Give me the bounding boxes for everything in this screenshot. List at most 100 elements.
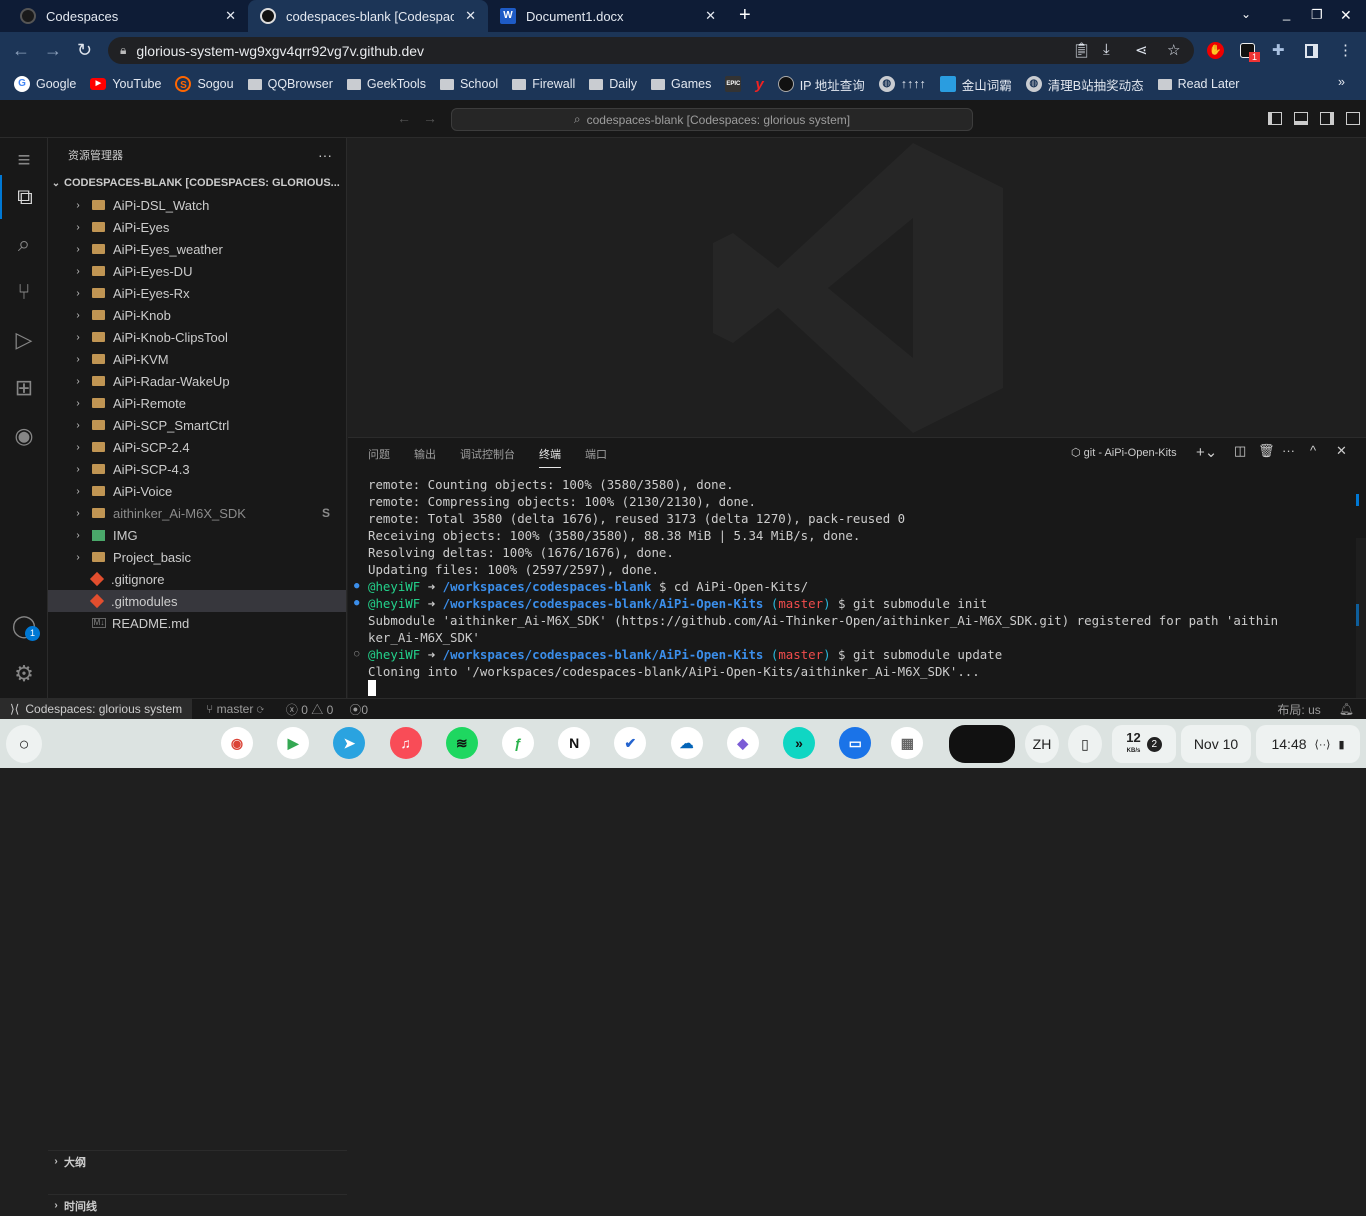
- bookmark-folder[interactable]: Games: [651, 77, 711, 91]
- browser-tab[interactable]: W Document1.docx ✕: [488, 0, 728, 32]
- shelf-app-chrome-icon[interactable]: ◉: [221, 727, 253, 759]
- launcher-button[interactable]: ○: [6, 725, 42, 763]
- tree-item[interactable]: › AiPi-Knob: [48, 304, 346, 326]
- side-panel-icon[interactable]: [1305, 44, 1318, 58]
- bookmark-iciba[interactable]: 金山词霸: [939, 75, 1012, 94]
- split-terminal-icon[interactable]: ◫: [1234, 443, 1246, 459]
- customize-layout-icon[interactable]: [1346, 112, 1360, 125]
- trash-icon[interactable]: 🗑︎: [1258, 443, 1275, 459]
- install-app-icon[interactable]: ⤓: [1103, 41, 1110, 58]
- close-tab-icon[interactable]: ✕: [225, 8, 236, 24]
- keyboard-layout[interactable]: 布局: us: [1277, 701, 1320, 718]
- close-tab-icon[interactable]: ✕: [465, 8, 476, 24]
- bookmark-ip[interactable]: IP 地址查询: [777, 75, 865, 94]
- reload-icon[interactable]: ↻: [77, 40, 92, 61]
- more-bookmarks-button[interactable]: »: [1338, 75, 1345, 89]
- tab-terminal[interactable]: 终端: [539, 446, 561, 468]
- bookmark-arrows[interactable]: ◍ ↑↑↑↑: [878, 76, 926, 92]
- system-tray[interactable]: 14:48 ⟨··⟩ ▮: [1256, 725, 1360, 763]
- date[interactable]: Nov 10: [1181, 725, 1251, 763]
- shelf-app-feedly-icon[interactable]: ƒ: [502, 727, 534, 759]
- bookmark-folder[interactable]: Daily: [589, 77, 637, 91]
- maximize-panel-icon[interactable]: ^: [1310, 443, 1316, 458]
- timeline-section[interactable]: › 时间线: [48, 1194, 347, 1216]
- share-icon[interactable]: ⋖: [1135, 41, 1148, 59]
- tab-debug-console[interactable]: 调试控制台: [460, 446, 515, 462]
- more-actions-icon[interactable]: ···: [318, 147, 332, 163]
- phone-hub-icon[interactable]: ▯: [1068, 725, 1102, 763]
- bookmark-folder[interactable]: QQBrowser: [247, 77, 333, 91]
- bookmark-youtube[interactable]: ▶ YouTube: [90, 77, 161, 91]
- ports-indicator[interactable]: ⦿0: [349, 701, 368, 718]
- tree-item[interactable]: › Project_basic: [48, 546, 346, 568]
- bookmark-star-icon[interactable]: ☆: [1167, 41, 1180, 59]
- network-speed[interactable]: 12 KB/s 2: [1112, 725, 1176, 763]
- tree-item[interactable]: › AiPi-Remote: [48, 392, 346, 414]
- clipboard-icon[interactable]: 📋︎: [1072, 41, 1091, 59]
- shelf-app-notion-icon[interactable]: N: [558, 727, 591, 759]
- tree-item[interactable]: › aithinker_Ai-M6X_SDK S: [48, 502, 346, 524]
- tab-ports[interactable]: 端口: [585, 446, 607, 462]
- forward-icon[interactable]: →: [423, 110, 437, 126]
- shelf-app-apple-music-icon[interactable]: ♫: [389, 727, 422, 759]
- more-actions-icon[interactable]: ···: [1282, 443, 1295, 458]
- tree-item[interactable]: › AiPi-SCP-2.4: [48, 436, 346, 458]
- bookmark-bilibili[interactable]: ◍ 清理B站抽奖动态: [1025, 75, 1144, 94]
- tree-item[interactable]: › AiPi-SCP-4.3: [48, 458, 346, 480]
- menu-icon[interactable]: ⋮: [1338, 41, 1353, 59]
- command-center[interactable]: ⌕ codespaces-blank [Codespaces: glorious …: [451, 108, 973, 131]
- back-icon[interactable]: ←: [397, 110, 411, 126]
- tree-item[interactable]: › AiPi-SCP_SmartCtrl: [48, 414, 346, 436]
- shelf-app-linktree-icon[interactable]: »: [783, 727, 815, 759]
- account-icon[interactable]: ◯: [0, 604, 48, 648]
- tab-search-icon[interactable]: ⌄: [1241, 7, 1251, 21]
- shelf-app-spotify-icon[interactable]: ≋: [445, 727, 478, 759]
- workspace-root[interactable]: ⌄ CODESPACES-BLANK [CODESPACES: GLORIOUS.…: [48, 172, 346, 194]
- bookmark-folder[interactable]: GeekTools: [346, 77, 426, 91]
- terminal-output[interactable]: remote: Counting objects: 100% (3580/358…: [354, 476, 1278, 700]
- tree-item[interactable]: › AiPi-Eyes: [48, 216, 346, 238]
- ime-indicator[interactable]: ZH: [1025, 725, 1059, 763]
- browser-tab[interactable]: Codespaces ✕: [8, 0, 248, 32]
- tree-item[interactable]: › AiPi-Knob-ClipsTool: [48, 326, 346, 348]
- problems-indicator[interactable]: ⓧ 0 △ 0: [286, 701, 333, 718]
- tree-item[interactable]: .gitmodules: [48, 590, 346, 612]
- search-icon[interactable]: ⌕: [0, 222, 48, 266]
- bookmark-folder[interactable]: School: [439, 77, 498, 91]
- run-debug-icon[interactable]: ▷: [0, 318, 48, 362]
- terminal-selector[interactable]: ⬡ git - AiPi-Open-Kits: [1071, 446, 1177, 459]
- tree-item[interactable]: › IMG: [48, 524, 346, 546]
- new-tab-button[interactable]: +: [739, 4, 751, 27]
- shelf-app-files-icon[interactable]: ▭: [839, 727, 872, 759]
- notifications-bell-icon[interactable]: 🔔︎: [1339, 702, 1354, 716]
- bookmark-sogou[interactable]: S Sogou: [175, 76, 234, 92]
- settings-gear-icon[interactable]: ⚙: [0, 652, 48, 696]
- extensions-icon[interactable]: ⊞: [0, 366, 48, 410]
- restore-icon[interactable]: ❐: [1311, 7, 1323, 23]
- toggle-panel-icon[interactable]: [1294, 112, 1308, 125]
- back-icon[interactable]: ←: [12, 40, 30, 61]
- remote-indicator[interactable]: ⟩⟨ Codespaces: glorious system: [0, 699, 193, 719]
- tree-item[interactable]: › AiPi-Voice: [48, 480, 346, 502]
- source-control-icon[interactable]: ⑂: [0, 270, 48, 314]
- bookmark-epic[interactable]: EPIC: [725, 76, 742, 92]
- tree-item[interactable]: › AiPi-KVM: [48, 348, 346, 370]
- new-terminal-icon[interactable]: +⌄: [1196, 443, 1217, 461]
- tab-output[interactable]: 输出: [414, 446, 436, 462]
- adblock-icon[interactable]: ✋: [1207, 42, 1224, 59]
- toggle-sidebar-icon[interactable]: [1268, 112, 1282, 125]
- shelf-app-onedrive-icon[interactable]: ☁: [670, 727, 703, 759]
- explorer-icon[interactable]: ⧉: [0, 175, 48, 219]
- outline-section[interactable]: › 大纲: [48, 1150, 347, 1172]
- github-icon[interactable]: ◉: [0, 414, 48, 458]
- close-panel-icon[interactable]: ✕: [1336, 443, 1347, 459]
- bookmark-google[interactable]: G Google: [14, 76, 76, 92]
- extensions-puzzle-icon[interactable]: ✚: [1272, 41, 1285, 59]
- tree-item[interactable]: › AiPi-DSL_Watch: [48, 194, 346, 216]
- close-tab-icon[interactable]: ✕: [705, 8, 716, 24]
- tree-item[interactable]: M↓ README.md: [48, 612, 346, 634]
- tab-problems[interactable]: 问题: [368, 446, 390, 462]
- address-bar[interactable]: 🔒︎ glorious-system-wg9xgv4qrr92vg7v.gith…: [108, 37, 1194, 64]
- terminal-scrollbar[interactable]: [1356, 538, 1366, 698]
- desk-preview[interactable]: [949, 725, 1015, 763]
